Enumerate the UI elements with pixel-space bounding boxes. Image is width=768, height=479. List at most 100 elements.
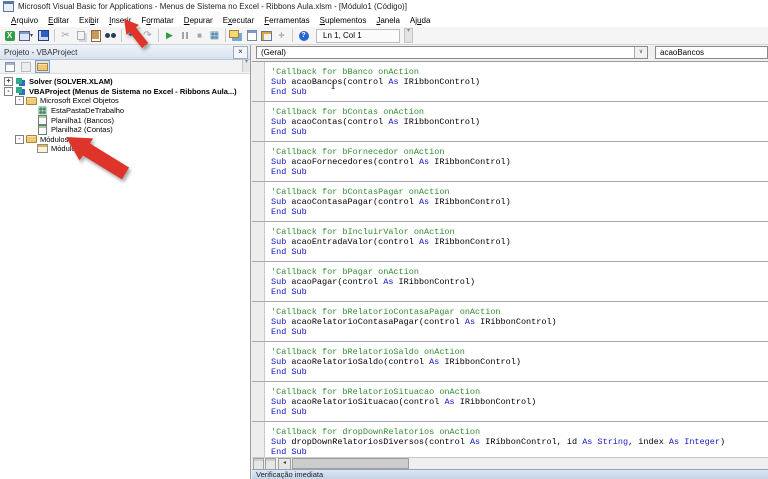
procedure-separator xyxy=(252,261,768,262)
code-sub-line: Sub acaoFornecedores(control As IRibbonC… xyxy=(271,157,768,167)
tree-item-label: Microsoft Excel Objetos xyxy=(40,96,119,105)
cut-icon[interactable] xyxy=(58,29,73,43)
menu-item-arquivo[interactable]: Arquivo xyxy=(6,15,43,26)
menu-item-exibir[interactable]: Exibir xyxy=(74,15,104,26)
immediate-window-title: Verificação imediata xyxy=(256,470,323,479)
code-comment-line: 'Callback for bFornecedor onAction xyxy=(271,147,768,157)
code-editor[interactable]: 'Callback for bBanco onActionSub acaoBan… xyxy=(252,61,768,457)
paste-icon[interactable] xyxy=(88,29,103,43)
menu-item-editar[interactable]: Editar xyxy=(43,15,74,26)
close-icon[interactable]: × xyxy=(233,46,248,59)
toolbar-separator xyxy=(292,29,293,42)
code-comment-line: 'Callback for bContas onAction xyxy=(271,107,768,117)
code-sub-line: Sub acaoContasaPagar(control As IRibbonC… xyxy=(271,197,768,207)
code-block: 'Callback for bRelatorioContasaPagar onA… xyxy=(271,307,768,337)
help-icon[interactable] xyxy=(296,29,311,43)
view-object-icon[interactable] xyxy=(19,61,32,72)
code-comment-line: 'Callback for bIncluirValor onAction xyxy=(271,227,768,237)
code-block: 'Callback for dropDownRelatorios onActio… xyxy=(271,427,768,457)
collapse-icon[interactable]: - xyxy=(15,135,24,144)
toolbar-overflow-icon[interactable]: ▾ xyxy=(404,28,413,43)
scroll-left-icon[interactable]: ◂ xyxy=(278,458,291,470)
procedure-separator xyxy=(252,101,768,102)
code-endsub-line: End Sub xyxy=(271,127,768,137)
code-horizontal-scrollbar[interactable]: ◂ xyxy=(252,457,768,469)
project-explorer-icon[interactable] xyxy=(229,29,244,43)
workbook-icon xyxy=(37,106,48,116)
full-module-view-button[interactable] xyxy=(265,458,276,470)
copy-icon[interactable] xyxy=(73,29,88,43)
scrollbar-thumb[interactable] xyxy=(292,458,409,469)
chevron-down-icon[interactable]: ∨ xyxy=(634,47,647,58)
collapse-icon[interactable]: - xyxy=(4,87,13,96)
collapse-icon[interactable]: - xyxy=(15,96,24,105)
code-endsub-line: End Sub xyxy=(271,407,768,417)
sheet-icon xyxy=(37,125,48,135)
code-block: 'Callback for bContas onActionSub acaoCo… xyxy=(271,107,768,137)
code-sub-line: Sub dropDownRelatoriosDiversos(control A… xyxy=(271,437,768,447)
procedure-separator xyxy=(252,381,768,382)
procedure-dropdown-value: acaoBancos xyxy=(660,48,704,57)
annotation-arrow-modulo1 xyxy=(62,133,136,183)
save-icon[interactable] xyxy=(36,29,51,43)
run-icon[interactable] xyxy=(162,29,177,43)
text-cursor-ibeam: I xyxy=(331,79,335,92)
properties-window-icon[interactable] xyxy=(244,29,259,43)
code-endsub-line: End Sub xyxy=(271,167,768,177)
cursor-position-indicator: Ln 1, Col 1 xyxy=(316,29,400,43)
object-dropdown[interactable]: (Geral) ∨ xyxy=(256,46,648,59)
sheet-icon xyxy=(37,115,48,125)
menu-item-janela[interactable]: Janela xyxy=(371,15,405,26)
menu-item-suplementos[interactable]: Suplementos xyxy=(315,15,372,26)
code-endsub-line: End Sub xyxy=(271,87,768,97)
project-icon xyxy=(15,77,26,87)
menu-item-executar[interactable]: Executar xyxy=(218,15,260,26)
menu-item-ajuda[interactable]: Ajuda xyxy=(405,15,435,26)
project-icon xyxy=(15,86,26,96)
code-comment-line: 'Callback for bPagar onAction xyxy=(271,267,768,277)
view-excel-icon[interactable] xyxy=(2,29,17,43)
code-endsub-line: End Sub xyxy=(271,287,768,297)
code-block: 'Callback for bContasPagar onActionSub a… xyxy=(271,187,768,217)
procedure-separator xyxy=(252,341,768,342)
code-block: 'Callback for bFornecedor onActionSub ac… xyxy=(271,147,768,177)
immediate-window-header[interactable]: Verificação imediata xyxy=(252,469,768,479)
procedure-separator xyxy=(252,181,768,182)
view-code-icon[interactable] xyxy=(3,61,16,72)
code-comment-line: 'Callback for bRelatorioSituacao onActio… xyxy=(271,387,768,397)
procedure-separator xyxy=(252,421,768,422)
menu-item-ferramentas[interactable]: Ferramentas xyxy=(259,15,314,26)
panel-toolbar-overflow-icon[interactable]: ▾ xyxy=(242,60,250,72)
code-comment-line: 'Callback for bBanco onAction xyxy=(271,67,768,77)
insert-userform-icon[interactable] xyxy=(17,29,32,43)
code-endsub-line: End Sub xyxy=(271,447,768,457)
toggle-folders-icon[interactable] xyxy=(35,60,50,73)
object-browser-icon[interactable] xyxy=(259,29,274,43)
toolbox-icon[interactable] xyxy=(274,29,289,43)
tree-spacer xyxy=(26,125,35,134)
vba-app-icon xyxy=(3,1,14,12)
tree-item-planilha1[interactable]: Planilha1 (Bancos) xyxy=(0,115,250,125)
break-icon[interactable] xyxy=(177,29,192,43)
annotation-arrow-inserir xyxy=(116,15,154,53)
reset-icon[interactable] xyxy=(192,29,207,43)
procedure-dropdown[interactable]: acaoBancos xyxy=(655,46,768,59)
code-block: 'Callback for bPagar onActionSub acaoPag… xyxy=(271,267,768,297)
code-text[interactable]: 'Callback for bBanco onActionSub acaoBan… xyxy=(252,62,768,457)
menu-item-depurar[interactable]: Depurar xyxy=(179,15,218,26)
vba-editor-window: Microsoft Visual Basic for Applications … xyxy=(0,0,768,479)
tree-item-estapastadetrabalho[interactable]: EstaPastaDeTrabalho xyxy=(0,106,250,116)
expand-icon[interactable]: + xyxy=(4,77,13,86)
code-sub-line: Sub acaoRelatorioSituacao(control As IRi… xyxy=(271,397,768,407)
procedure-view-button[interactable] xyxy=(253,458,264,470)
code-endsub-line: End Sub xyxy=(271,327,768,337)
code-sub-line: Sub acaoPagar(control As IRibbonControl) xyxy=(271,277,768,287)
code-sub-line: Sub acaoEntradaValor(control As IRibbonC… xyxy=(271,237,768,247)
title-bar: Microsoft Visual Basic for Applications … xyxy=(0,0,768,13)
code-window-header: (Geral) ∨ acaoBancos xyxy=(252,45,768,61)
tree-item-vbaproject[interactable]: -VBAProject (Menus de Sistema no Excel -… xyxy=(0,87,250,97)
tree-item-solver[interactable]: +Solver (SOLVER.XLAM) xyxy=(0,77,250,87)
procedure-separator xyxy=(252,221,768,222)
object-dropdown-value: (Geral) xyxy=(261,48,286,57)
design-mode-icon[interactable] xyxy=(207,29,222,43)
